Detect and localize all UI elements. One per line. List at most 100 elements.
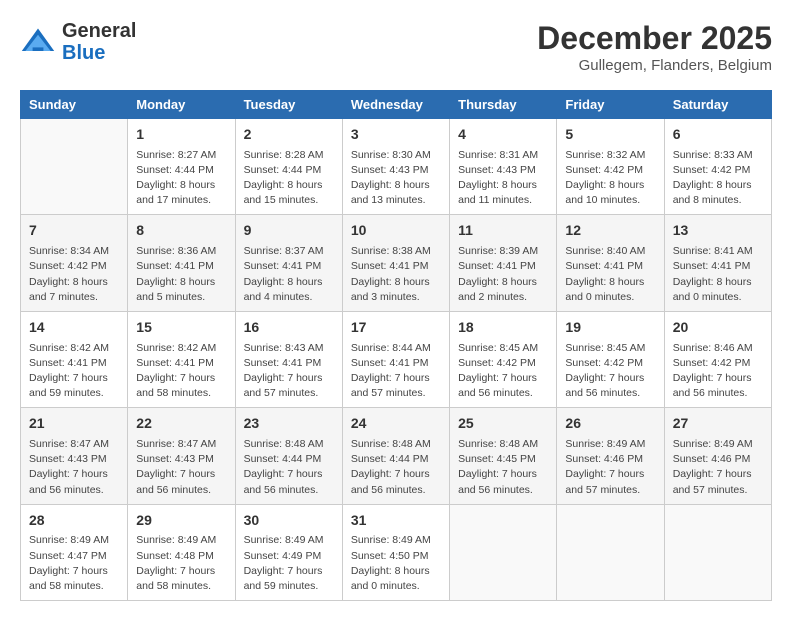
logo: General Blue [20,20,136,64]
calendar-day-cell: 12 Sunrise: 8:40 AMSunset: 4:41 PMDayligh… [557,215,664,311]
day-info: Sunrise: 8:49 AMSunset: 4:46 PMDaylight:… [565,437,655,498]
day-info: Sunrise: 8:49 AMSunset: 4:46 PMDaylight:… [673,437,763,498]
day-number: 7 [29,221,119,241]
logo-icon [20,24,56,60]
calendar-day-cell: 11Sunrise: 8:39 AMSunset: 4:41 PMDayligh… [450,215,557,311]
day-info: Sunrise: 8:47 AMSunset: 4:43 PMDaylight:… [136,437,226,498]
day-info: Sunrise: 8:43 AMSunset: 4:41 PMDaylight:… [244,341,334,402]
day-info: Sunrise: 8:39 AMSunset: 4:41 PMDaylight:… [458,244,548,305]
calendar-day-cell: 18 Sunrise: 8:45 AMSunset: 4:42 PMDayligh… [450,311,557,407]
day-info: Sunrise: 8:49 AMSunset: 4:50 PMDaylight:… [351,533,441,594]
day-of-week-header: Tuesday [235,91,342,119]
day-number: 12 [565,221,655,241]
calendar-day-cell: 13 Sunrise: 8:41 AMSunset: 4:41 PMDayligh… [664,215,771,311]
day-info: Sunrise: 8:40 AMSunset: 4:41 PMDaylight:… [565,244,655,305]
day-number: 13 [673,221,763,241]
calendar-day-cell: 22Sunrise: 8:47 AMSunset: 4:43 PMDayligh… [128,408,235,504]
day-number: 18 [458,318,548,338]
day-info: Sunrise: 8:42 AMSunset: 4:41 PMDaylight:… [136,341,226,402]
day-number: 1 [136,125,226,145]
calendar-week-row: 21 Sunrise: 8:47 AMSunset: 4:43 PMDayligh… [21,408,772,504]
day-info: Sunrise: 8:48 AMSunset: 4:44 PMDaylight:… [351,437,441,498]
calendar-day-cell: 17Sunrise: 8:44 AMSunset: 4:41 PMDayligh… [342,311,449,407]
calendar-day-cell: 24 Sunrise: 8:48 AMSunset: 4:44 PMDayligh… [342,408,449,504]
calendar-table: SundayMondayTuesdayWednesdayThursdayFrid… [20,90,772,601]
calendar-day-cell: 29Sunrise: 8:49 AMSunset: 4:48 PMDayligh… [128,504,235,600]
day-number: 21 [29,414,119,434]
calendar-day-cell [557,504,664,600]
calendar-week-row: 28Sunrise: 8:49 AMSunset: 4:47 PMDayligh… [21,504,772,600]
day-info: Sunrise: 8:49 AMSunset: 4:48 PMDaylight:… [136,533,226,594]
day-number: 2 [244,125,334,145]
month-title: December 2025 [537,20,772,57]
day-number: 29 [136,511,226,531]
calendar-day-cell: 31Sunrise: 8:49 AMSunset: 4:50 PMDayligh… [342,504,449,600]
day-of-week-header: Thursday [450,91,557,119]
day-info: Sunrise: 8:28 AMSunset: 4:44 PMDaylight:… [244,148,334,209]
day-of-week-header: Saturday [664,91,771,119]
day-number: 5 [565,125,655,145]
day-info: Sunrise: 8:45 AMSunset: 4:42 PMDaylight:… [458,341,548,402]
day-number: 25 [458,414,548,434]
header-row: SundayMondayTuesdayWednesdayThursdayFrid… [21,91,772,119]
calendar-day-cell: 1 Sunrise: 8:27 AMSunset: 4:44 PMDaylight… [128,119,235,215]
calendar-day-cell: 21 Sunrise: 8:47 AMSunset: 4:43 PMDayligh… [21,408,128,504]
day-number: 19 [565,318,655,338]
day-of-week-header: Wednesday [342,91,449,119]
page-header: General Blue December 2025 Gullegem, Fla… [20,20,772,74]
calendar-day-cell: 30Sunrise: 8:49 AMSunset: 4:49 PMDayligh… [235,504,342,600]
day-info: Sunrise: 8:33 AMSunset: 4:42 PMDaylight:… [673,148,763,209]
calendar-day-cell: 15 Sunrise: 8:42 AMSunset: 4:41 PMDayligh… [128,311,235,407]
logo-general: General [62,20,136,42]
day-number: 8 [136,221,226,241]
day-info: Sunrise: 8:45 AMSunset: 4:42 PMDaylight:… [565,341,655,402]
calendar-day-cell: 19 Sunrise: 8:45 AMSunset: 4:42 PMDayligh… [557,311,664,407]
calendar-day-cell: 16 Sunrise: 8:43 AMSunset: 4:41 PMDayligh… [235,311,342,407]
day-info: Sunrise: 8:32 AMSunset: 4:42 PMDaylight:… [565,148,655,209]
day-number: 14 [29,318,119,338]
day-number: 20 [673,318,763,338]
day-info: Sunrise: 8:47 AMSunset: 4:43 PMDaylight:… [29,437,119,498]
day-number: 16 [244,318,334,338]
day-info: Sunrise: 8:41 AMSunset: 4:41 PMDaylight:… [673,244,763,305]
day-info: Sunrise: 8:27 AMSunset: 4:44 PMDaylight:… [136,148,226,209]
day-number: 17 [351,318,441,338]
day-info: Sunrise: 8:37 AMSunset: 4:41 PMDaylight:… [244,244,334,305]
day-info: Sunrise: 8:36 AMSunset: 4:41 PMDaylight:… [136,244,226,305]
calendar-week-row: 1 Sunrise: 8:27 AMSunset: 4:44 PMDaylight… [21,119,772,215]
day-number: 4 [458,125,548,145]
logo-blue: Blue [62,42,136,64]
day-info: Sunrise: 8:49 AMSunset: 4:49 PMDaylight:… [244,533,334,594]
day-info: Sunrise: 8:48 AMSunset: 4:45 PMDaylight:… [458,437,548,498]
day-number: 24 [351,414,441,434]
day-number: 3 [351,125,441,145]
day-info: Sunrise: 8:49 AMSunset: 4:47 PMDaylight:… [29,533,119,594]
day-of-week-header: Sunday [21,91,128,119]
day-number: 27 [673,414,763,434]
day-info: Sunrise: 8:46 AMSunset: 4:42 PMDaylight:… [673,341,763,402]
day-number: 6 [673,125,763,145]
calendar-day-cell: 4Sunrise: 8:31 AMSunset: 4:43 PMDaylight… [450,119,557,215]
logo-text: General Blue [62,20,136,64]
calendar-day-cell [21,119,128,215]
day-info: Sunrise: 8:30 AMSunset: 4:43 PMDaylight:… [351,148,441,209]
title-block: December 2025 Gullegem, Flanders, Belgiu… [537,20,772,74]
calendar-day-cell: 6 Sunrise: 8:33 AMSunset: 4:42 PMDaylight… [664,119,771,215]
day-of-week-header: Monday [128,91,235,119]
day-number: 30 [244,511,334,531]
day-info: Sunrise: 8:38 AMSunset: 4:41 PMDaylight:… [351,244,441,305]
calendar-day-cell: 28Sunrise: 8:49 AMSunset: 4:47 PMDayligh… [21,504,128,600]
calendar-day-cell [664,504,771,600]
calendar-day-cell: 26Sunrise: 8:49 AMSunset: 4:46 PMDayligh… [557,408,664,504]
day-info: Sunrise: 8:34 AMSunset: 4:42 PMDaylight:… [29,244,119,305]
location: Gullegem, Flanders, Belgium [537,57,772,74]
day-number: 10 [351,221,441,241]
calendar-day-cell: 3 Sunrise: 8:30 AMSunset: 4:43 PMDaylight… [342,119,449,215]
calendar-body: 1 Sunrise: 8:27 AMSunset: 4:44 PMDaylight… [21,119,772,601]
day-number: 23 [244,414,334,434]
day-info: Sunrise: 8:42 AMSunset: 4:41 PMDaylight:… [29,341,119,402]
day-number: 15 [136,318,226,338]
calendar-day-cell: 7 Sunrise: 8:34 AMSunset: 4:42 PMDaylight… [21,215,128,311]
calendar-day-cell: 5 Sunrise: 8:32 AMSunset: 4:42 PMDaylight… [557,119,664,215]
calendar-day-cell: 2 Sunrise: 8:28 AMSunset: 4:44 PMDaylight… [235,119,342,215]
